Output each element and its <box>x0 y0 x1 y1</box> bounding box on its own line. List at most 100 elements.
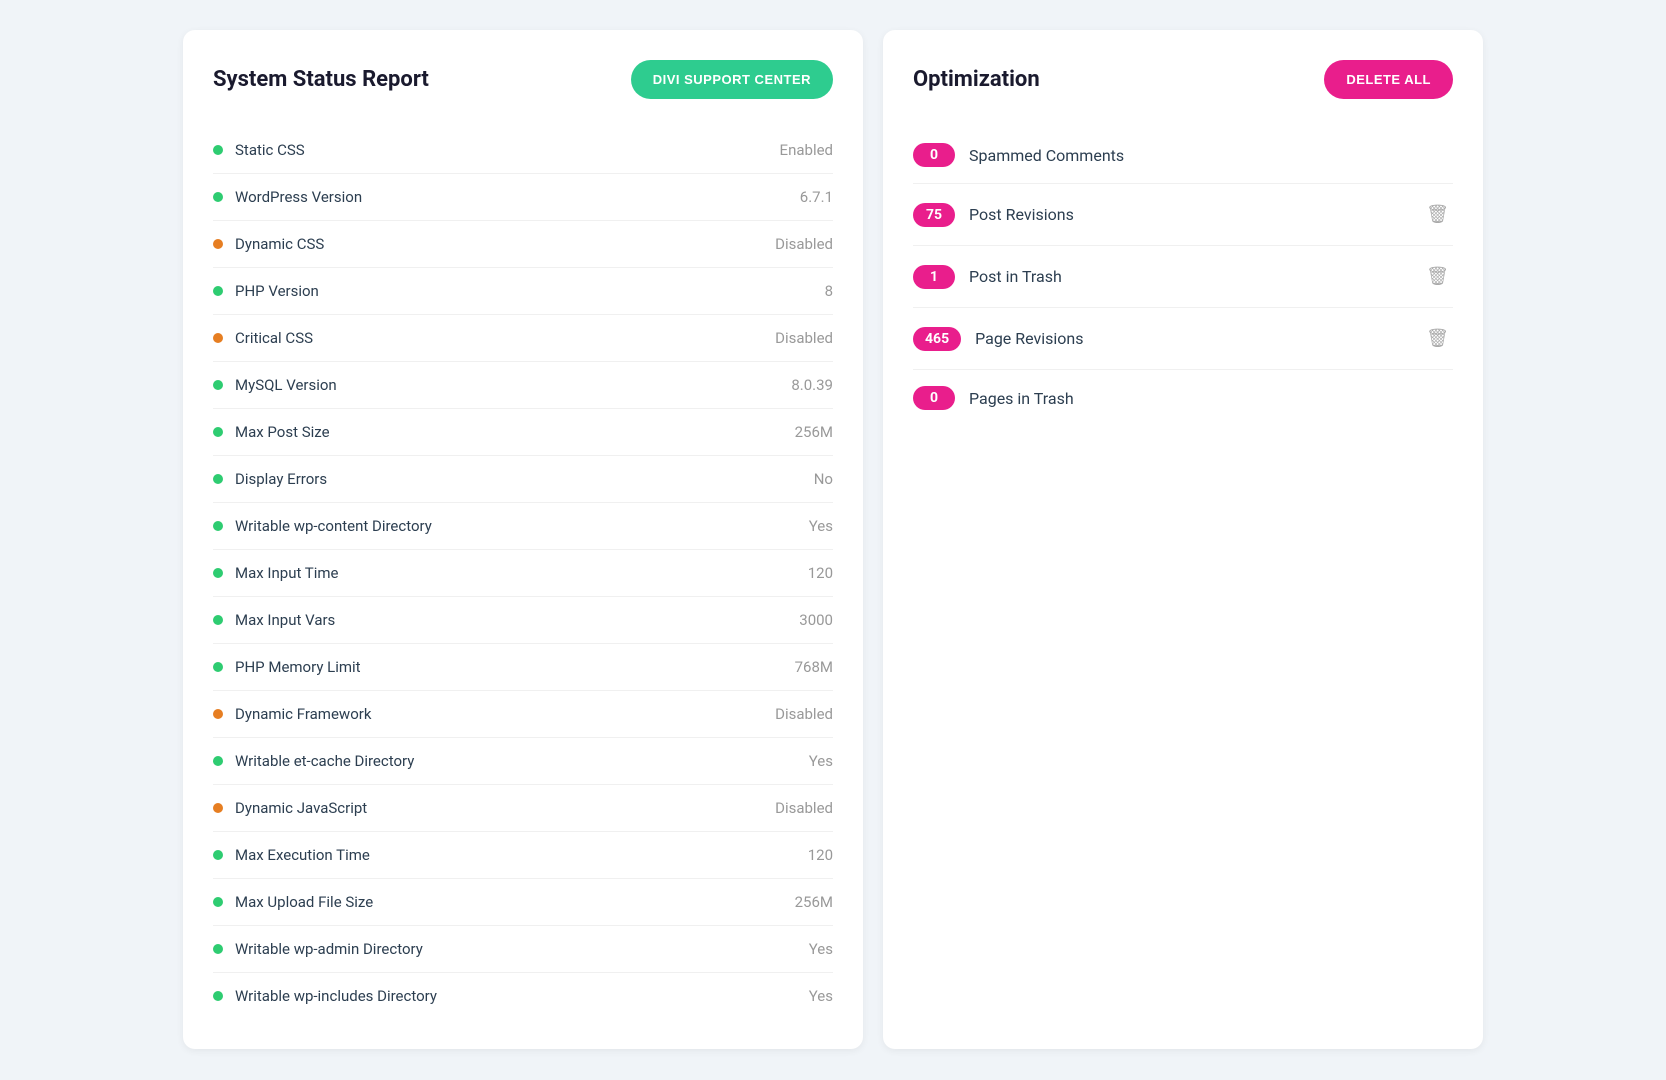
trash-icon[interactable]: 🗑 <box>1422 262 1453 291</box>
status-left: Writable et-cache Directory <box>213 752 414 770</box>
optimization-panel: Optimization DELETE ALL 0 Spammed Commen… <box>883 30 1483 1049</box>
optimization-rows: 0 Spammed Comments 75 Post Revisions 🗑 1… <box>913 127 1453 426</box>
status-dot <box>213 897 223 907</box>
count-badge: 75 <box>913 203 955 227</box>
status-row: PHP Memory Limit 768M <box>213 644 833 691</box>
status-left: Max Execution Time <box>213 846 370 864</box>
status-row: Writable et-cache Directory Yes <box>213 738 833 785</box>
optimization-label: Post Revisions <box>969 205 1408 224</box>
status-left: Display Errors <box>213 470 327 488</box>
count-badge: 1 <box>913 265 955 289</box>
count-badge: 465 <box>913 327 961 351</box>
status-left: Writable wp-admin Directory <box>213 940 423 958</box>
status-dot <box>213 239 223 249</box>
status-dot <box>213 991 223 1001</box>
status-label: Writable et-cache Directory <box>235 752 414 770</box>
trash-icon[interactable]: 🗑 <box>1422 324 1453 353</box>
status-row: MySQL Version 8.0.39 <box>213 362 833 409</box>
delete-all-button[interactable]: DELETE ALL <box>1324 60 1453 99</box>
status-label: Writable wp-admin Directory <box>235 940 423 958</box>
status-row: Static CSS Enabled <box>213 127 833 174</box>
divi-support-center-button[interactable]: DIVI SUPPORT CENTER <box>631 60 833 99</box>
status-left: MySQL Version <box>213 376 337 394</box>
optimization-row: 0 Spammed Comments <box>913 127 1453 184</box>
status-value: No <box>814 470 833 488</box>
optimization-row: 0 Pages in Trash <box>913 370 1453 426</box>
status-dot <box>213 521 223 531</box>
status-dot <box>213 427 223 437</box>
status-label: Writable wp-content Directory <box>235 517 432 535</box>
status-left: PHP Memory Limit <box>213 658 361 676</box>
status-value: 256M <box>795 423 833 441</box>
status-row: Dynamic CSS Disabled <box>213 221 833 268</box>
optimization-label: Spammed Comments <box>969 146 1453 165</box>
status-label: MySQL Version <box>235 376 337 394</box>
status-label: Dynamic Framework <box>235 705 371 723</box>
status-label: PHP Version <box>235 282 319 300</box>
status-value: 256M <box>795 893 833 911</box>
status-row: Max Post Size 256M <box>213 409 833 456</box>
status-value: 3000 <box>799 611 833 629</box>
status-row: Writable wp-includes Directory Yes <box>213 973 833 1019</box>
status-value: 8.0.39 <box>791 376 833 394</box>
optimization-row: 75 Post Revisions 🗑 <box>913 184 1453 246</box>
status-left: Dynamic CSS <box>213 235 324 253</box>
status-left: Dynamic JavaScript <box>213 799 367 817</box>
status-row: Max Input Time 120 <box>213 550 833 597</box>
status-dot <box>213 145 223 155</box>
status-value: 768M <box>795 658 833 676</box>
status-label: Max Upload File Size <box>235 893 373 911</box>
status-value: Yes <box>809 940 833 958</box>
status-left: Max Post Size <box>213 423 330 441</box>
status-left: Critical CSS <box>213 329 313 347</box>
status-dot <box>213 803 223 813</box>
status-left: Max Upload File Size <box>213 893 373 911</box>
status-value: Disabled <box>775 799 833 817</box>
status-left: Writable wp-content Directory <box>213 517 432 535</box>
optimization-label: Page Revisions <box>975 329 1408 348</box>
status-label: Display Errors <box>235 470 327 488</box>
status-row: Writable wp-admin Directory Yes <box>213 926 833 973</box>
status-row: Max Execution Time 120 <box>213 832 833 879</box>
status-rows: Static CSS Enabled WordPress Version 6.7… <box>213 127 833 1019</box>
count-badge: 0 <box>913 386 955 410</box>
status-dot <box>213 615 223 625</box>
trash-icon[interactable]: 🗑 <box>1422 200 1453 229</box>
status-dot <box>213 380 223 390</box>
status-label: Dynamic CSS <box>235 235 324 253</box>
status-label: Max Execution Time <box>235 846 370 864</box>
status-left: Static CSS <box>213 141 305 159</box>
status-value: Yes <box>809 517 833 535</box>
status-dot <box>213 192 223 202</box>
status-value: 120 <box>808 846 833 864</box>
status-value: Yes <box>809 752 833 770</box>
status-left: Writable wp-includes Directory <box>213 987 437 1005</box>
status-label: Max Post Size <box>235 423 330 441</box>
status-dot <box>213 333 223 343</box>
optimization-row: 465 Page Revisions 🗑 <box>913 308 1453 370</box>
status-row: Dynamic JavaScript Disabled <box>213 785 833 832</box>
status-dot <box>213 286 223 296</box>
system-status-title: System Status Report <box>213 67 429 92</box>
status-row: Dynamic Framework Disabled <box>213 691 833 738</box>
status-value: 8 <box>825 282 833 300</box>
status-value: Disabled <box>775 235 833 253</box>
status-row: Critical CSS Disabled <box>213 315 833 362</box>
optimization-label: Post in Trash <box>969 267 1408 286</box>
status-label: Static CSS <box>235 141 305 159</box>
status-label: PHP Memory Limit <box>235 658 361 676</box>
optimization-row: 1 Post in Trash 🗑 <box>913 246 1453 308</box>
status-value: Yes <box>809 987 833 1005</box>
status-label: Critical CSS <box>235 329 313 347</box>
status-dot <box>213 568 223 578</box>
status-value: Disabled <box>775 705 833 723</box>
status-row: WordPress Version 6.7.1 <box>213 174 833 221</box>
right-header: Optimization DELETE ALL <box>913 60 1453 99</box>
status-left: Max Input Vars <box>213 611 335 629</box>
status-row: PHP Version 8 <box>213 268 833 315</box>
count-badge: 0 <box>913 143 955 167</box>
optimization-label: Pages in Trash <box>969 389 1453 408</box>
status-dot <box>213 944 223 954</box>
status-dot <box>213 474 223 484</box>
status-label: Writable wp-includes Directory <box>235 987 437 1005</box>
